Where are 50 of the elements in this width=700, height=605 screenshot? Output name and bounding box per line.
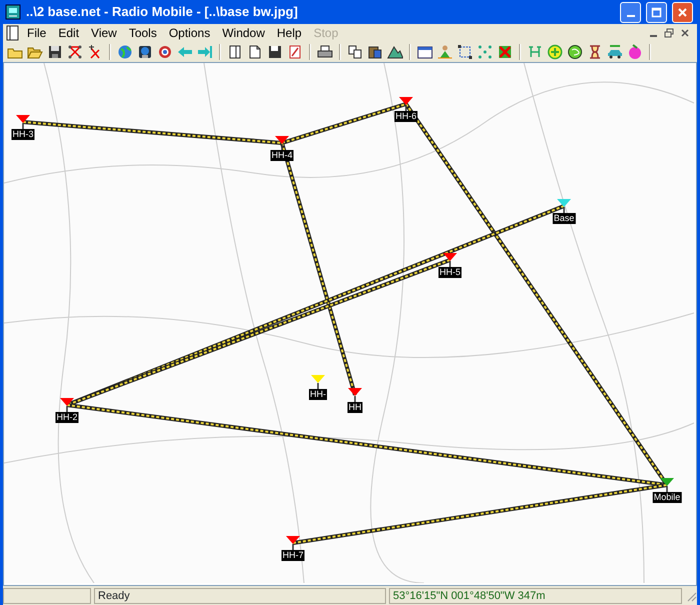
document-icon [5,25,21,41]
antenna-icon[interactable] [311,375,325,389]
minimize-button[interactable] [620,2,641,22]
close-icon [677,6,688,18]
antenna-icon[interactable] [557,199,571,213]
copy-icon[interactable] [346,43,364,61]
app-icon [5,4,21,20]
status-coordinates: 53°16'15"N 001°48'50"W 347m [389,588,682,604]
menu-item[interactable]: View [85,25,123,41]
node-label: Base [552,213,576,224]
minimize-icon [626,15,634,17]
menu-item[interactable]: Tools [122,25,163,41]
network-icon[interactable] [66,43,84,61]
restore-icon [664,28,674,38]
disk-icon[interactable] [266,43,284,61]
window-title: ..\2 base.net - Radio Mobile - [..\base bw.jpg] [26,3,299,22]
node-label: Mobile [652,492,682,503]
selection-box-icon[interactable] [456,43,474,61]
node-label: HH-4 [270,150,294,161]
cross-box-icon[interactable] [496,43,514,61]
antenna-icon[interactable] [348,388,362,402]
menu-item[interactable]: Window [216,25,271,41]
maximize-button[interactable] [646,2,667,22]
menu-item[interactable]: Help [270,25,308,41]
node-label: HH-7 [282,550,304,561]
node-label: HH-2 [56,412,78,423]
antenna-icon[interactable] [275,136,289,150]
antenna-icon[interactable] [399,97,413,111]
status-message: Ready [94,588,386,604]
node-label: HH-6 [394,111,418,122]
antenna-icon[interactable] [60,398,74,412]
maximize-icon [651,6,662,18]
node-label: HH- [309,389,327,400]
close-button[interactable] [672,2,693,22]
menu-item[interactable]: File [21,25,52,41]
save-icon[interactable] [46,43,64,61]
node-label: HH-5 [438,267,462,278]
dots-icon[interactable] [476,43,494,61]
menu-item[interactable]: Options [162,25,216,41]
resize-grip-icon[interactable] [685,590,697,602]
antenna-icon[interactable] [443,253,457,267]
minimize-icon [650,35,656,37]
car-icon[interactable] [606,43,624,61]
close-icon [680,28,690,38]
antenna-icon[interactable] [16,115,30,129]
node-label: HH [348,402,362,413]
antenna-icon[interactable] [660,478,674,492]
menu-item[interactable]: Edit [52,25,86,41]
node-label: HH-3 [12,129,34,140]
antenna-icon[interactable] [286,536,300,550]
